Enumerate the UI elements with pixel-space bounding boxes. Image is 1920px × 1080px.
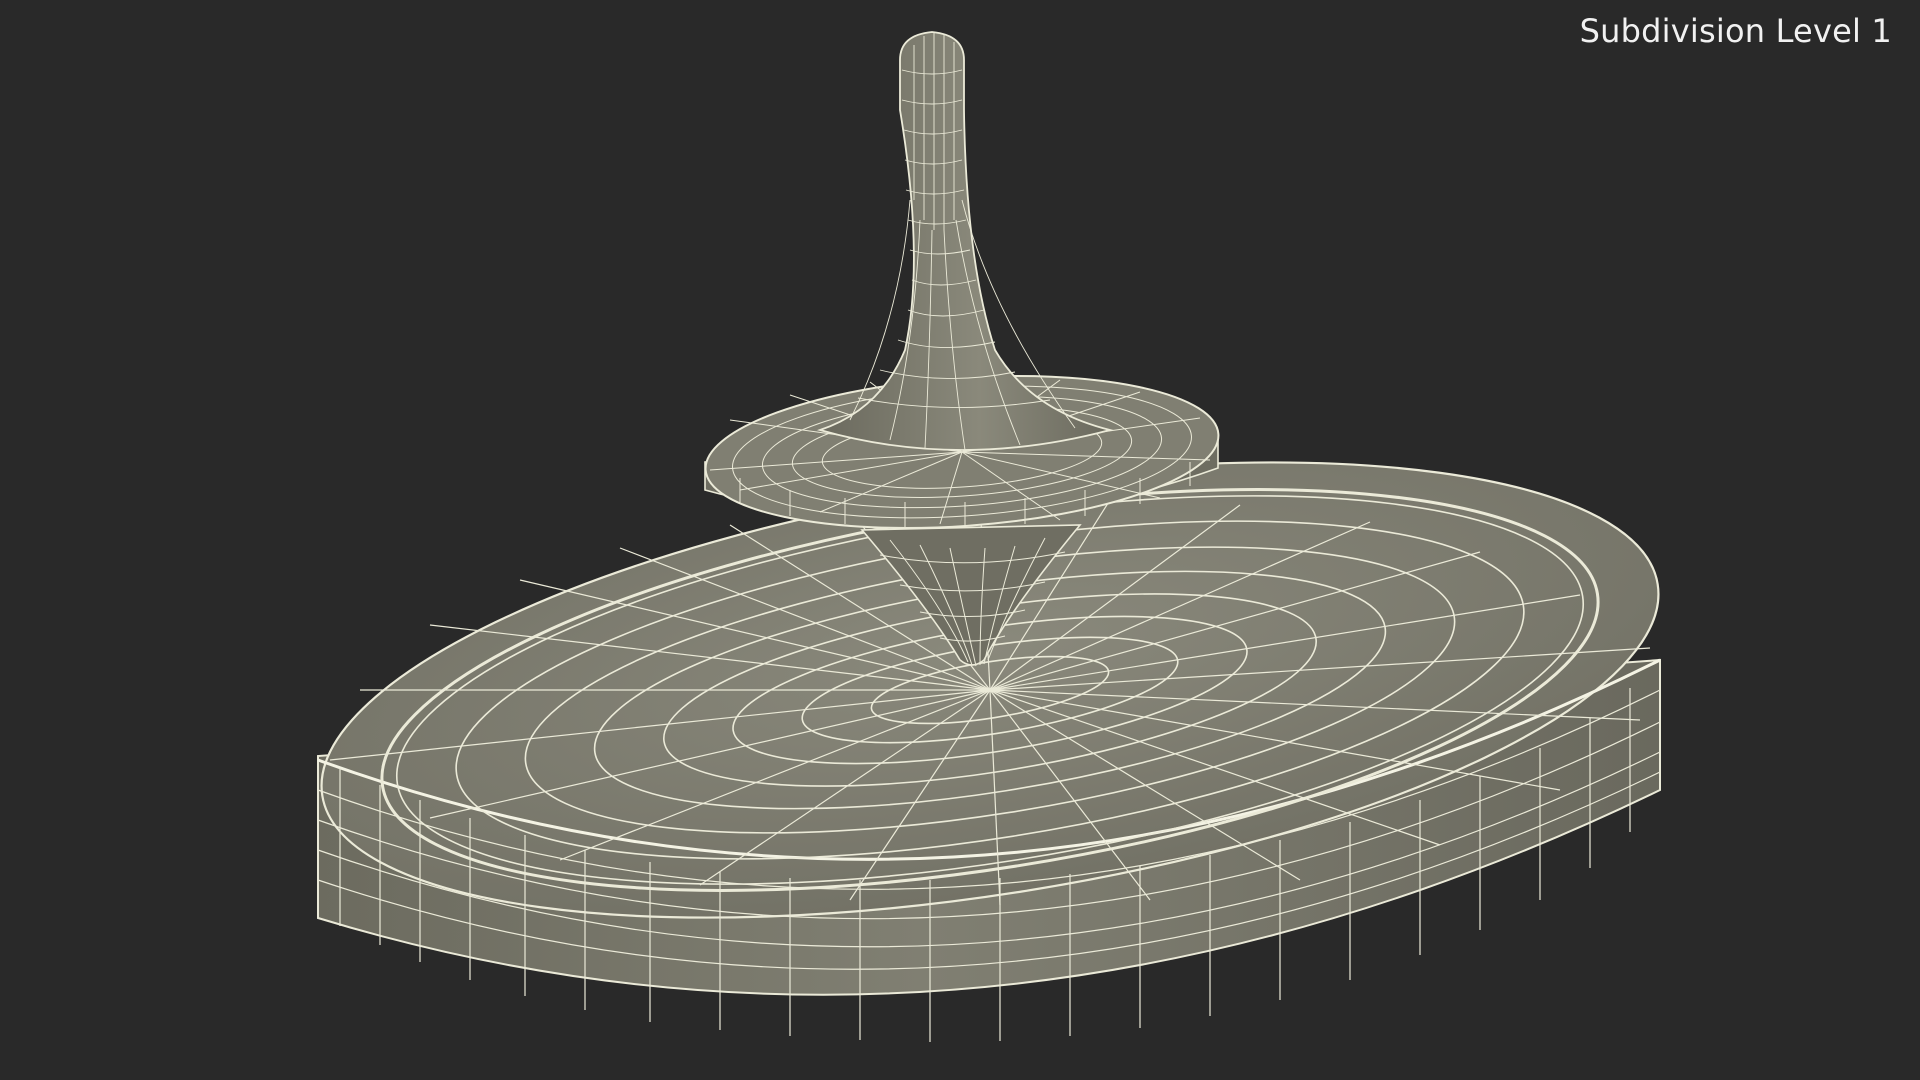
subdivision-level-label: Subdivision Level 1 xyxy=(1579,12,1892,50)
render-viewport: Subdivision Level 1 xyxy=(0,0,1920,1080)
spinning-top-wireframe-model xyxy=(317,31,1661,1042)
